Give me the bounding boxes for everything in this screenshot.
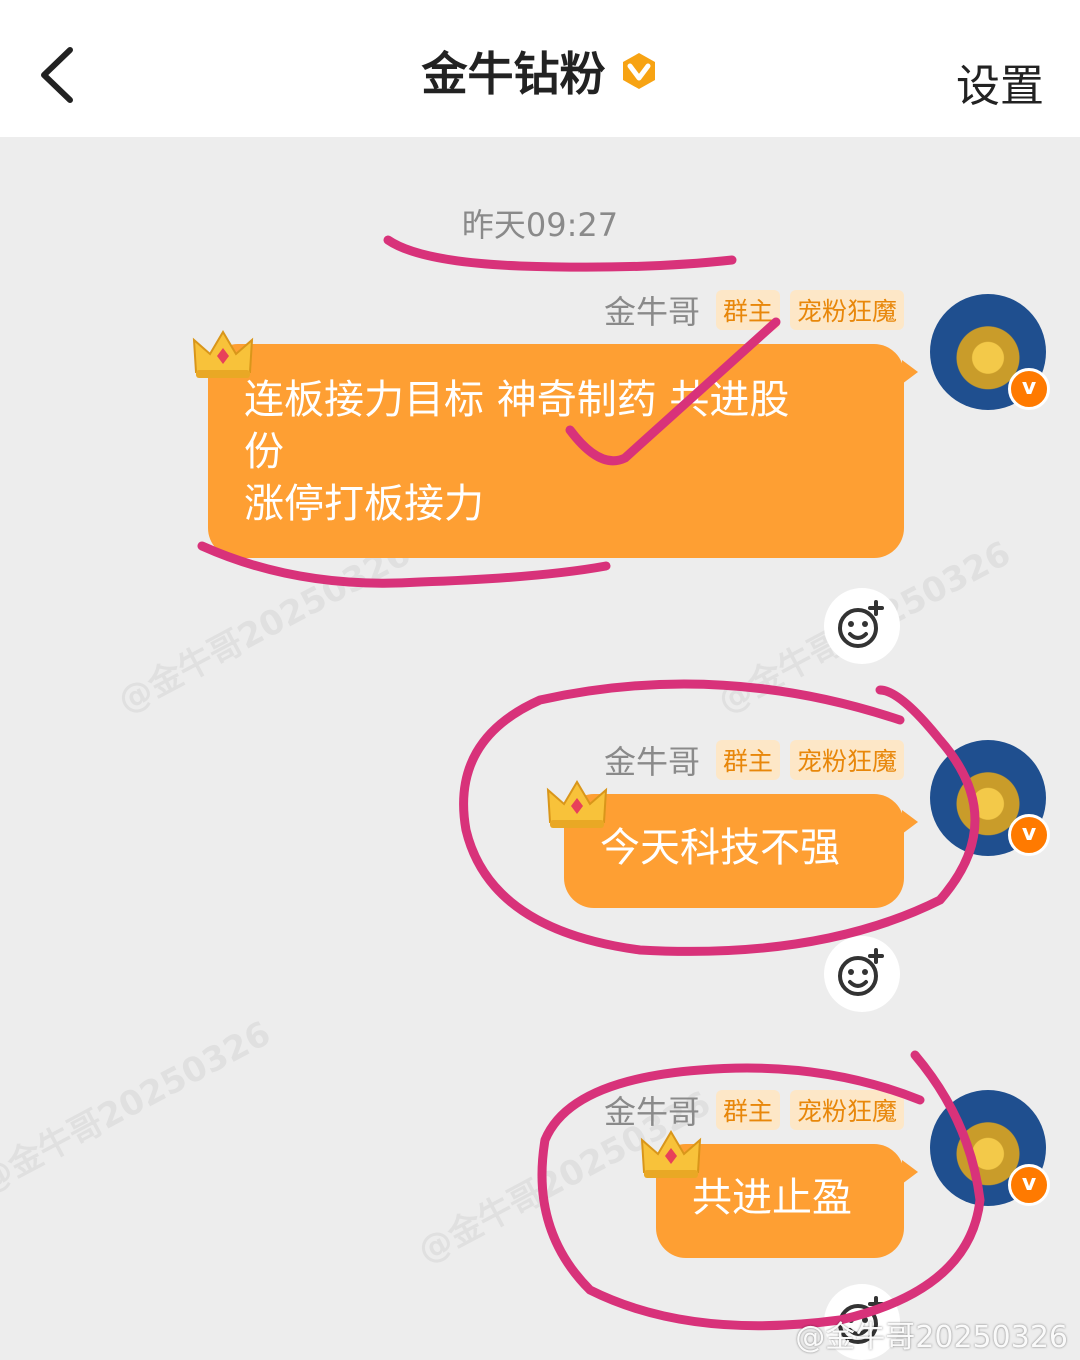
- message-line: 涨停打板接力: [244, 481, 484, 527]
- sender-name: 金牛哥: [603, 293, 700, 331]
- sender-name: 金牛哥: [603, 743, 700, 781]
- title-badge: 宠粉狂魔: [789, 290, 904, 330]
- message-bubble[interactable]: 今天科技不强: [564, 794, 918, 908]
- avatar[interactable]: v: [930, 1090, 1050, 1206]
- crown-icon: [192, 330, 254, 378]
- message-line: 共进止盈: [692, 1175, 852, 1221]
- title-badge: 宠粉狂魔: [789, 1090, 904, 1130]
- avatar[interactable]: v: [930, 294, 1050, 410]
- page-title: 金牛钻粉: [421, 47, 606, 101]
- sender-row: 金牛哥 群主 宠粉狂魔: [603, 290, 904, 331]
- top-bar: 金牛钻粉 设置: [0, 0, 1080, 137]
- crown-icon: [546, 780, 608, 828]
- verified-v-icon: v: [1008, 368, 1050, 410]
- message-line: 连板接力目标 神奇制药 共进股: [244, 377, 790, 423]
- verified-v-icon: v: [1008, 814, 1050, 856]
- crown-icon: [640, 1130, 702, 1178]
- message-line: 今天科技不强: [600, 825, 840, 871]
- sender-row: 金牛哥 群主 宠粉狂魔: [604, 1090, 904, 1131]
- watermark: @金牛哥20250326: [0, 1013, 278, 1202]
- add-reaction-icon[interactable]: [824, 588, 900, 664]
- message-bubble[interactable]: 连板接力目标 神奇制药 共进股 份 涨停打板接力: [208, 344, 918, 558]
- settings-button[interactable]: 设置: [956, 50, 1044, 114]
- title-badge: 宠粉狂魔: [789, 740, 904, 780]
- v-badge-icon: [622, 53, 655, 89]
- role-badge: 群主: [715, 290, 780, 330]
- chat-timestamp: 昨天09:27: [461, 206, 619, 244]
- verified-v-icon: v: [1008, 1164, 1050, 1206]
- message-line: 份: [244, 429, 284, 475]
- footer-watermark: @金牛哥20250326: [795, 1320, 1068, 1355]
- role-badge: 群主: [715, 1090, 780, 1130]
- sender-row: 金牛哥 群主 宠粉狂魔: [603, 740, 904, 781]
- title-wrap: 金牛钻粉: [0, 38, 1080, 104]
- add-reaction-icon[interactable]: [824, 936, 900, 1012]
- avatar[interactable]: v: [930, 740, 1050, 856]
- role-badge: 群主: [715, 740, 780, 780]
